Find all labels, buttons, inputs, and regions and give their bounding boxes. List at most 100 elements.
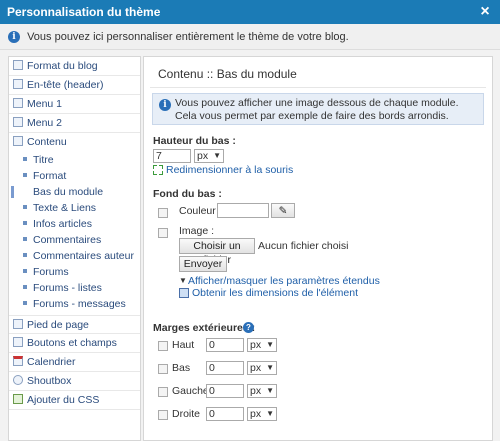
unit-value: px [250,339,262,351]
sidebar-item-label: Shoutbox [27,375,72,387]
sidebar-item-menu2[interactable]: Menu 2 [9,114,140,133]
layout-icon [13,60,23,70]
sidebar-item-label: Menu 1 [27,98,63,110]
sidebar-item-label: En-tête (header) [27,79,104,91]
sidebar-item-calendrier[interactable]: Calendrier [9,353,140,372]
couleur-label: Couleur : [179,205,222,217]
sidebar: Format du blog En-tête (header) Menu 1 M… [8,56,141,441]
toggle-extended-link[interactable]: Afficher/masquer les paramètres étendus [188,275,380,287]
sidebar-subitem-titre[interactable]: Titre [9,152,140,168]
resize-icon [153,165,163,175]
chevron-down-icon: ▼ [266,386,274,395]
eyedropper-icon: ✎ [278,205,288,217]
close-icon[interactable]: × [476,3,494,21]
marge-bas-label: Bas [172,362,191,374]
sidebar-item-header[interactable]: En-tête (header) [9,76,140,95]
help-icon[interactable]: ? [243,322,254,333]
sidebar-subitem-commentaires-auteur[interactable]: Commentaires auteur [9,248,140,264]
sidebar-subitem-label: Forums [33,266,69,278]
hauteur-input[interactable]: 7 [153,149,191,163]
couleur-checkbox[interactable] [158,208,168,218]
info-bar: i Vous pouvez ici personnaliser entièrem… [0,24,500,50]
divider [150,87,486,88]
sidebar-subitem-label: Titre [33,154,54,166]
send-button[interactable]: Envoyer [179,256,227,272]
sidebar-subitem-forums[interactable]: Forums [9,264,140,280]
sidebar-item-menu1[interactable]: Menu 1 [9,95,140,114]
unit-value: px [250,362,262,374]
footer-icon [13,319,23,329]
sidebar-item-label: Ajouter du CSS [27,394,100,406]
marge-droite-checkbox[interactable] [158,410,168,420]
sidebar-item-label: Menu 2 [27,117,63,129]
marge-gauche-checkbox[interactable] [158,387,168,397]
sidebar-subitem-label: Texte & Liens [33,202,97,214]
header-icon [13,79,23,89]
resize-link[interactable]: Redimensionner à la souris [166,164,293,176]
window-titlebar: Personnalisation du thème × [0,0,500,24]
content-area: Format du blog En-tête (header) Menu 1 M… [0,50,500,441]
marge-haut-unit-select[interactable]: px ▼ [247,338,277,352]
window-title: Personnalisation du thème [7,5,161,19]
page-title: Contenu :: Bas du module [158,67,297,81]
marges-label: Marges extérieures : [153,322,256,334]
hauteur-label: Hauteur du bas : [153,135,236,147]
sidebar-subitem-label: Forums - messages [33,298,126,310]
sidebar-subitem-format[interactable]: Format [9,168,140,184]
couleur-input[interactable] [217,203,269,218]
image-checkbox[interactable] [158,228,168,238]
sidebar-subitem-label: Bas du module [33,186,104,198]
sidebar-item-boutons[interactable]: Boutons et champs [9,334,140,353]
marge-gauche-label: Gauche [172,385,209,397]
hauteur-unit-select[interactable]: px ▼ [194,149,224,163]
sidebar-subitem-texte-liens[interactable]: Texte & Liens [9,200,140,216]
info-icon: i [8,31,20,44]
buttons-icon [13,337,23,347]
sidebar-subitem-infos-articles[interactable]: Infos articles [9,216,140,232]
sidebar-subitem-forums-listes[interactable]: Forums - listes [9,280,140,296]
sidebar-item-contenu[interactable]: Contenu [9,133,140,152]
marge-gauche-unit-select[interactable]: px ▼ [247,384,277,398]
sidebar-item-format-blog[interactable]: Format du blog [9,57,140,76]
unit-value: px [250,385,262,397]
dimensions-link[interactable]: Obtenir les dimensions de l'élément [192,287,358,299]
sidebar-subitem-label: Commentaires auteur [33,250,134,262]
marge-droite-unit-select[interactable]: px ▼ [247,407,277,421]
marge-droite-input[interactable]: 0 [206,407,244,421]
marge-bas-input[interactable]: 0 [206,361,244,375]
main-panel: Contenu :: Bas du module i Vous pouvez a… [143,56,493,441]
sidebar-item-css[interactable]: Ajouter du CSS [9,391,140,410]
info-box: i Vous pouvez afficher une image dessous… [152,93,484,125]
chevron-down-icon: ▼ [266,340,274,349]
sidebar-item-label: Format du blog [27,60,98,72]
choose-file-button[interactable]: Choisir un fichier [179,238,255,266]
color-picker-button[interactable]: ✎ [271,203,295,218]
marge-gauche-input[interactable]: 0 [206,384,244,398]
no-file-text: Aucun fichier choisi [258,240,349,252]
hauteur-unit-value: px [197,150,209,162]
marge-droite-label: Droite [172,408,201,420]
sidebar-subitem-label: Forums - listes [33,282,102,294]
marge-bas-checkbox[interactable] [158,364,168,374]
chevron-down-icon: ▼ [266,409,274,418]
chat-icon [13,375,23,385]
chevron-down-icon: ▼ [213,151,221,160]
css-icon [13,394,23,404]
sidebar-subitem-forums-messages[interactable]: Forums - messages [9,296,140,312]
marge-haut-input[interactable]: 0 [206,338,244,352]
sidebar-item-label: Calendrier [27,356,76,368]
sidebar-subitem-commentaires[interactable]: Commentaires [9,232,140,248]
sidebar-item-pied-page[interactable]: Pied de page [9,315,140,334]
fond-label: Fond du bas : [153,188,222,200]
info-icon: i [159,99,171,111]
calendar-icon [13,356,23,366]
sidebar-item-label: Contenu [27,136,67,148]
sidebar-subitem-label: Infos articles [33,218,92,230]
sidebar-subitem-bas-module[interactable]: Bas du module [9,184,140,200]
marge-haut-checkbox[interactable] [158,341,168,351]
sidebar-item-label: Boutons et champs [27,337,117,349]
menu-icon [13,117,23,127]
marge-bas-unit-select[interactable]: px ▼ [247,361,277,375]
dimensions-icon [179,288,189,298]
sidebar-item-shoutbox[interactable]: Shoutbox [9,372,140,391]
